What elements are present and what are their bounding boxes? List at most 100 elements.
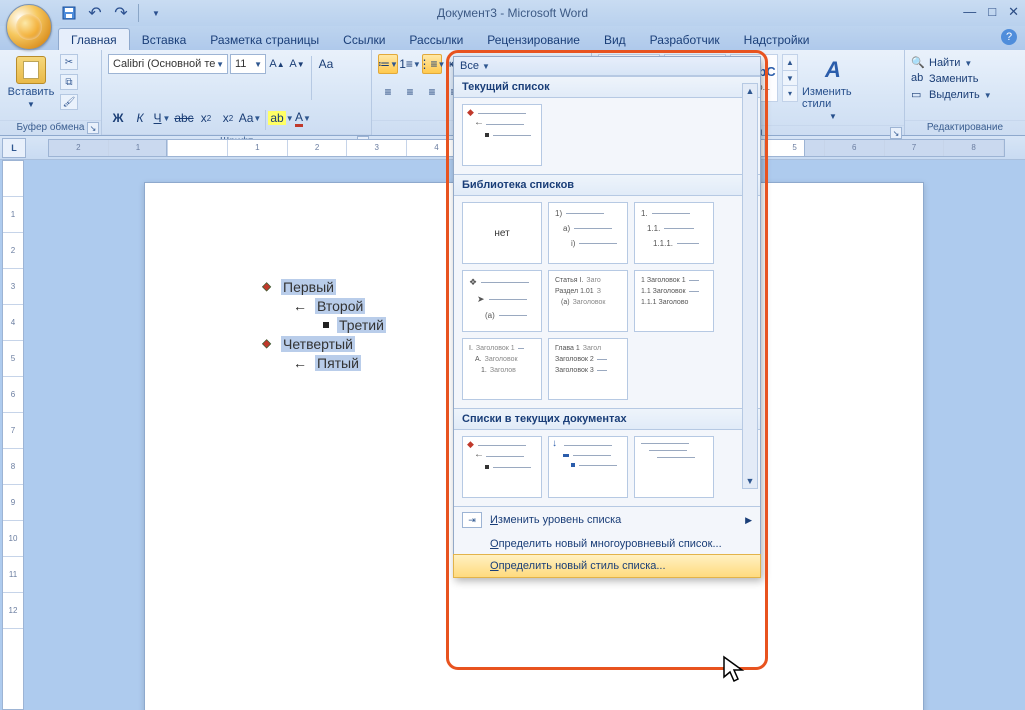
group-clipboard: Вставить ▼ ✂ ⧉ 🖌 Буфер обмена↘ xyxy=(0,50,102,135)
section-indocs: Списки в текущих документах xyxy=(454,408,760,430)
tab-developer[interactable]: Разработчик xyxy=(638,29,732,50)
copy-icon[interactable]: ⧉ xyxy=(60,74,78,90)
scroll-down-icon: ▼ xyxy=(746,476,755,486)
qat-customize-icon[interactable]: ▼ xyxy=(147,4,165,22)
arrow-bullet-icon: ← xyxy=(293,356,307,370)
menu-define-list-style[interactable]: Определить новый стиль списка... xyxy=(453,554,761,578)
list-thumb[interactable]: 1) a) i) xyxy=(548,202,628,264)
dropdown-scrollbar[interactable]: ▲▼ xyxy=(742,83,758,489)
minimize-icon[interactable]: — xyxy=(963,4,976,20)
align-left-icon[interactable]: ≡ xyxy=(378,82,398,102)
paste-button[interactable]: Вставить ▼ xyxy=(6,54,56,109)
styles-scroll[interactable]: ▲▼▾ xyxy=(782,54,798,102)
paste-icon xyxy=(16,56,46,84)
list-thumb-current[interactable] xyxy=(462,104,542,166)
diamond-bullet-icon xyxy=(263,282,273,292)
office-button[interactable] xyxy=(6,4,52,50)
dropdown-filter[interactable]: Все▼ xyxy=(454,57,760,76)
menu-change-level[interactable]: ⇥ ИИзменить уровень списказменить уровен… xyxy=(454,507,760,533)
multilevel-list-dropdown: Все▼ Текущий список Библиотека списков н… xyxy=(453,56,761,578)
list-thumb[interactable]: 1 Заголовок 1 1.1 Заголовок 1.1.1 Заголо… xyxy=(634,270,714,332)
tab-review[interactable]: Рецензирование xyxy=(475,29,592,50)
scroll-down-icon: ▼ xyxy=(783,71,797,87)
tab-view[interactable]: Вид xyxy=(592,29,638,50)
bold-icon[interactable]: Ж xyxy=(108,108,128,128)
clear-format-icon[interactable]: Aa xyxy=(317,54,335,74)
tab-insert[interactable]: Вставка xyxy=(130,29,199,50)
styles-more-icon: ▾ xyxy=(783,86,797,101)
numbering-icon[interactable]: 1≡▼ xyxy=(400,54,420,74)
superscript-icon[interactable]: x2 xyxy=(218,108,238,128)
maximize-icon[interactable]: □ xyxy=(988,4,996,20)
list-thumb[interactable]: I.Заголовок 1 A.Заголовок 1.Заголов xyxy=(462,338,542,400)
list-thumb[interactable]: Глава 1Загол Заголовок 2 Заголовок 3 xyxy=(548,338,628,400)
ruler-toggle[interactable]: L xyxy=(2,138,26,158)
scroll-up-icon: ▲ xyxy=(746,86,755,96)
cut-icon[interactable]: ✂ xyxy=(60,54,78,70)
save-icon[interactable] xyxy=(60,4,78,22)
indent-icon: ⇥ xyxy=(462,512,482,528)
close-icon[interactable]: ✕ xyxy=(1008,4,1019,20)
quick-access-toolbar: ↶ ↷ ▼ xyxy=(60,0,165,26)
font-name-input[interactable]: Calibri (Основной те▼ xyxy=(108,54,228,74)
align-center-icon[interactable]: ≡ xyxy=(400,82,420,102)
change-case-icon[interactable]: Aa▼ xyxy=(240,108,260,128)
diamond-bullet-icon xyxy=(263,339,273,349)
tab-pagelayout[interactable]: Разметка страницы xyxy=(198,29,331,50)
tab-addins[interactable]: Надстройки xyxy=(732,29,822,50)
multilevel-list-icon[interactable]: ⋮≡▼ xyxy=(422,54,442,74)
section-library: Библиотека списков xyxy=(454,174,760,196)
change-styles-label: Изменить стили xyxy=(802,86,864,110)
list-thumb[interactable] xyxy=(548,436,628,498)
group-clipboard-title: Буфер обмена↘ xyxy=(0,120,101,135)
bullets-icon[interactable]: ≔▼ xyxy=(378,54,398,74)
redo-icon[interactable]: ↷ xyxy=(112,4,130,22)
dialog-launcher-icon[interactable]: ↘ xyxy=(87,122,99,134)
chevron-down-icon: ▼ xyxy=(829,112,837,121)
tab-references[interactable]: Ссылки xyxy=(331,29,397,50)
find-icon: 🔍 xyxy=(911,56,925,70)
list-thumb[interactable]: Статья I.Заго Раздел 1.01З (a)Заголовок xyxy=(548,270,628,332)
format-painter-icon[interactable]: 🖌 xyxy=(60,94,78,110)
group-editing: 🔍Найти ▼ abЗаменить ▭Выделить ▼ Редактир… xyxy=(905,50,1025,135)
arrow-bullet-icon: ← xyxy=(293,299,307,313)
list-thumb[interactable] xyxy=(462,436,542,498)
change-styles-icon: A xyxy=(818,56,848,84)
chevron-right-icon: ▶ xyxy=(745,515,752,526)
list-thumb-none[interactable]: нет xyxy=(462,202,542,264)
font-size-input[interactable]: 11▼ xyxy=(230,54,266,74)
chevron-down-icon: ▼ xyxy=(254,60,262,69)
list-thumb[interactable] xyxy=(634,436,714,498)
chevron-down-icon: ▼ xyxy=(27,100,35,109)
replace-icon: ab xyxy=(911,72,925,86)
dropdown-footer: ⇥ ИИзменить уровень списказменить уровен… xyxy=(454,506,760,578)
align-right-icon[interactable]: ≡ xyxy=(422,82,442,102)
grow-font-icon[interactable]: A▲ xyxy=(268,54,286,74)
replace-button[interactable]: abЗаменить xyxy=(911,72,992,86)
shrink-font-icon[interactable]: A▼ xyxy=(288,54,306,74)
scroll-up-icon: ▲ xyxy=(783,55,797,71)
change-styles-button[interactable]: A Изменить стили ▼ xyxy=(802,54,864,121)
help-icon[interactable]: ? xyxy=(1001,29,1017,45)
select-button[interactable]: ▭Выделить ▼ xyxy=(911,88,992,102)
list-thumb[interactable]: ❖ ➤ (a) xyxy=(462,270,542,332)
strike-icon[interactable]: abc xyxy=(174,108,194,128)
title-bar: ↶ ↷ ▼ Документ3 - Microsoft Word — □ ✕ xyxy=(0,0,1025,26)
square-bullet-icon xyxy=(323,322,329,328)
underline-icon[interactable]: Ч▼ xyxy=(152,108,172,128)
list-thumb[interactable]: 1. 1.1. 1.1.1. xyxy=(634,202,714,264)
section-current: Текущий список xyxy=(454,76,760,98)
menu-define-multilevel[interactable]: Определить новый многоуровневый список..… xyxy=(454,533,760,555)
find-button[interactable]: 🔍Найти ▼ xyxy=(911,56,992,70)
subscript-icon[interactable]: x2 xyxy=(196,108,216,128)
font-color-icon[interactable]: A▼ xyxy=(293,108,313,128)
tab-mailings[interactable]: Рассылки xyxy=(397,29,475,50)
vertical-ruler[interactable]: 123456789101112 xyxy=(2,160,24,710)
dialog-launcher-icon[interactable]: ↘ xyxy=(890,127,902,139)
paste-label: Вставить xyxy=(8,86,55,98)
highlight-icon[interactable]: ab▼ xyxy=(271,108,291,128)
undo-icon[interactable]: ↶ xyxy=(86,4,104,22)
italic-icon[interactable]: К xyxy=(130,108,150,128)
ribbon-tabs: Главная Вставка Разметка страницы Ссылки… xyxy=(0,26,1025,50)
tab-home[interactable]: Главная xyxy=(58,28,130,50)
